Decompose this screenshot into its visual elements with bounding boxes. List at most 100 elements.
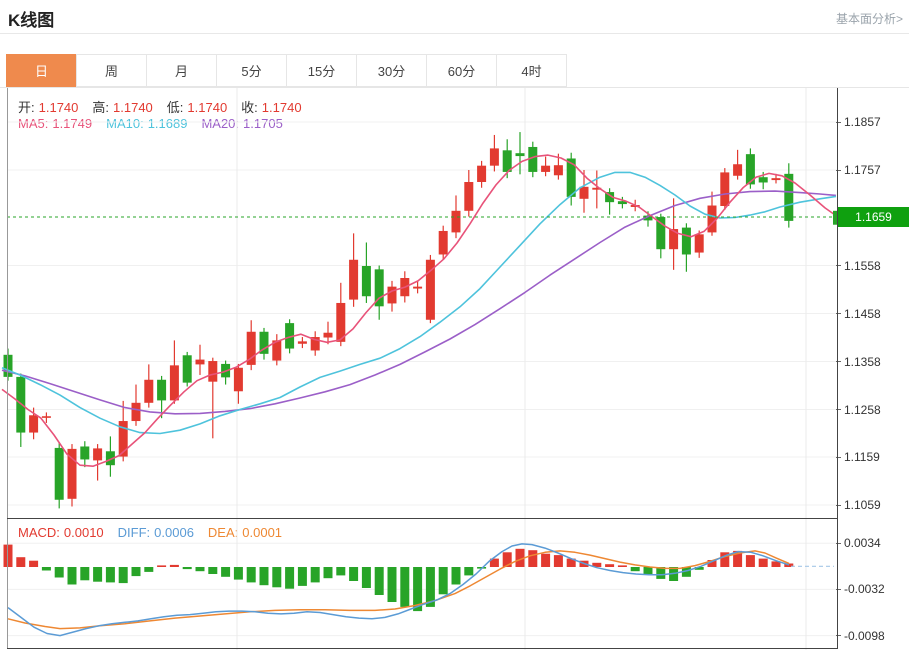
candle: [196, 345, 205, 375]
candle: [55, 442, 64, 508]
macd-bar: [234, 567, 243, 580]
candle: [132, 385, 141, 426]
macd-bar: [349, 567, 358, 581]
period-tab-bar: 日周月5分15分30分60分4时: [7, 54, 567, 87]
candle: [247, 320, 256, 370]
macd-bar: [375, 567, 384, 595]
macd-bar: [336, 567, 345, 575]
macd-bar: [311, 567, 320, 582]
tab-period-0[interactable]: 日: [6, 54, 77, 87]
macd-bar: [247, 567, 256, 582]
macd-bar: [362, 567, 371, 588]
macd-bar: [324, 567, 333, 578]
tab-period-2[interactable]: 月: [146, 54, 217, 87]
macd-bar: [644, 567, 653, 574]
tab-period-1[interactable]: 周: [76, 54, 147, 87]
axis-text: 1.1458: [844, 307, 881, 321]
tab-period-4[interactable]: 15分: [286, 54, 357, 87]
tab-period-6[interactable]: 60分: [426, 54, 497, 87]
macd-bar: [93, 567, 102, 582]
price-axis-label: 1.1358: [836, 355, 881, 369]
macd-bar: [144, 567, 153, 572]
macd-bar: [132, 567, 141, 576]
macd-bar: [183, 567, 192, 569]
macd-axis-label: 0.0034: [836, 536, 881, 550]
macd-bar: [221, 567, 230, 577]
axis-text: 1.1358: [844, 355, 881, 369]
candle: [477, 161, 486, 188]
macd-bar: [157, 565, 166, 567]
price-axis-label: 1.1757: [836, 163, 881, 177]
panel-separator: [7, 518, 838, 519]
axis-text: 1.1857: [844, 115, 881, 129]
macd-bar: [196, 567, 205, 571]
price-axis-label: 1.1458: [836, 307, 881, 321]
tab-period-7[interactable]: 4时: [496, 54, 567, 87]
fundamental-analysis-link[interactable]: 基本面分析>: [836, 10, 903, 27]
macd-bar: [452, 567, 461, 585]
macd-bar: [80, 567, 89, 580]
macd-bar: [439, 567, 448, 594]
axis-text: 1.1059: [844, 498, 881, 512]
candle: [580, 170, 589, 213]
macd-bar: [528, 550, 537, 567]
macd-bar: [170, 565, 179, 567]
price-axis-label: 1.1857: [836, 115, 881, 129]
macd-axis-label: -0.0032: [836, 582, 885, 596]
candle: [311, 331, 320, 355]
macd-bar: [746, 555, 755, 567]
candle: [93, 444, 102, 480]
candle: [106, 436, 115, 476]
candle: [375, 266, 384, 320]
candle: [170, 340, 179, 403]
price-axis-label: 1.1059: [836, 498, 881, 512]
candle: [708, 192, 717, 236]
axis-text: 1.1558: [844, 259, 881, 273]
macd-bar: [4, 545, 13, 567]
macd-bar: [759, 559, 768, 567]
price-axis-label: 1.1558: [836, 259, 881, 273]
candle: [439, 226, 448, 260]
candle: [183, 352, 192, 387]
candle: [68, 444, 77, 506]
macd-bar: [388, 567, 397, 602]
candle: [464, 170, 473, 217]
candle: [260, 328, 269, 360]
macd-bar: [260, 567, 269, 585]
tab-period-5[interactable]: 30分: [356, 54, 427, 87]
price-chart[interactable]: [0, 88, 909, 519]
candle: [16, 374, 25, 447]
macd-bar: [106, 567, 115, 582]
macd-bar: [68, 567, 77, 585]
current-price-tag: 1.1659: [838, 207, 909, 227]
axis-text: 1.1159: [844, 450, 880, 464]
macd-bar: [554, 555, 563, 567]
candle: [272, 334, 281, 365]
axis-text: -0.0098: [844, 629, 885, 643]
header-divider: [0, 33, 909, 34]
macd-bar: [618, 565, 627, 567]
candle: [208, 358, 217, 439]
price-axis-label: 1.1159: [836, 450, 880, 464]
axis-line-left: [7, 88, 8, 648]
macd-bar: [272, 567, 281, 587]
candle: [528, 142, 537, 178]
price-axis-label: 1.1258: [836, 403, 881, 417]
candle: [144, 364, 153, 407]
candle: [682, 223, 691, 271]
axis-text: -0.0032: [844, 582, 885, 596]
macd-bar: [42, 567, 51, 571]
macd-chart[interactable]: [0, 519, 909, 650]
axis-line-right: [837, 88, 838, 648]
tab-period-3[interactable]: 5分: [216, 54, 287, 87]
macd-bar: [16, 557, 25, 567]
candle: [388, 281, 397, 312]
macd-bar: [631, 567, 640, 571]
axis-text: 0.0034: [844, 536, 881, 550]
candle: [516, 132, 525, 174]
macd-bar: [298, 567, 307, 586]
macd-bar: [285, 567, 294, 589]
kline-page: K线图 基本面分析> 日周月5分15分30分60分4时 开:1.1740高:1.…: [0, 0, 909, 650]
macd-bar: [29, 561, 38, 567]
candle: [362, 242, 371, 302]
